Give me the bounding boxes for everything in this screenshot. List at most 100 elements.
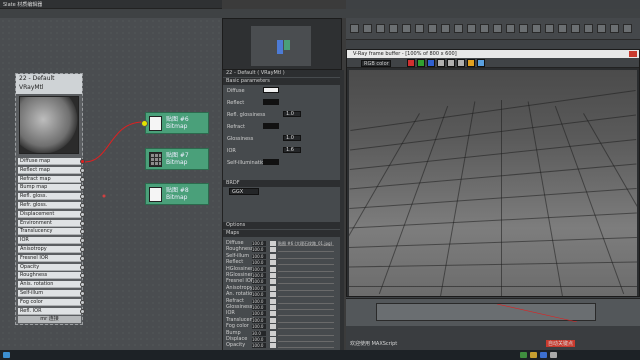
map-slot-button[interactable] xyxy=(278,286,334,291)
map-enable-checkbox[interactable] xyxy=(270,311,276,317)
material-slot[interactable]: Translucency xyxy=(18,228,85,236)
toolbar-tool-icon[interactable] xyxy=(532,24,541,33)
brdf-type-dropdown[interactable]: GGX xyxy=(229,188,259,195)
map-amount-field[interactable]: 100.0 xyxy=(252,279,266,285)
map-enable-checkbox[interactable] xyxy=(270,247,276,253)
material-slot[interactable]: Reflect map xyxy=(18,166,85,174)
toolbar-tool-icon[interactable] xyxy=(558,24,567,33)
input-socket[interactable] xyxy=(80,291,85,296)
input-socket[interactable] xyxy=(80,220,85,226)
map-amount-field[interactable]: 100.0 xyxy=(252,292,266,298)
map-enable-checkbox[interactable] xyxy=(270,273,276,278)
map-enable-checkbox[interactable] xyxy=(270,298,276,304)
map-enable-checkbox[interactable] xyxy=(270,330,276,336)
material-node-header[interactable]: 22 - Default VRayMtl xyxy=(16,74,82,94)
tray-icon[interactable] xyxy=(520,352,527,358)
map-enable-checkbox[interactable] xyxy=(270,260,276,266)
vfb-channel-button[interactable] xyxy=(477,59,485,67)
map-amount-field[interactable]: 100.0 xyxy=(252,311,266,317)
map-slot-button[interactable] xyxy=(278,343,334,349)
rollout-options[interactable]: Options xyxy=(223,222,341,229)
material-slot[interactable]: IOR xyxy=(18,237,85,245)
vfb-channel-select[interactable]: RGB color xyxy=(361,60,391,67)
toolbar-tool-icon[interactable] xyxy=(350,24,359,33)
toolbar-tool-icon[interactable] xyxy=(623,24,632,33)
input-socket[interactable] xyxy=(80,203,85,208)
map-amount-field[interactable]: 30.0 xyxy=(252,330,266,336)
input-socket[interactable] xyxy=(80,159,85,164)
map-slot-button[interactable] xyxy=(278,331,334,336)
toolbar-tool-icon[interactable] xyxy=(597,24,606,33)
toolbar-tool-icon[interactable] xyxy=(571,24,580,33)
map-slot-button[interactable] xyxy=(278,260,334,266)
input-socket[interactable] xyxy=(80,308,85,314)
navigator-view[interactable] xyxy=(251,26,311,66)
map-slot-button[interactable] xyxy=(278,311,334,317)
map-amount-field[interactable]: 100.0 xyxy=(252,253,266,259)
max-main-window[interactable]: V-Ray frame buffer - [100% of 800 x 600]… xyxy=(346,0,640,350)
toolbar-tool-icon[interactable] xyxy=(584,24,593,33)
toolbar-tool-icon[interactable] xyxy=(389,24,398,33)
toolbar-tool-icon[interactable] xyxy=(441,24,450,33)
map-enable-checkbox[interactable] xyxy=(270,253,276,259)
map-enable-checkbox[interactable] xyxy=(270,285,276,291)
map-enable-checkbox[interactable] xyxy=(270,343,276,349)
toolbar-tool-icon[interactable] xyxy=(467,24,476,33)
map-slot-button[interactable] xyxy=(278,318,334,323)
tray-icon[interactable] xyxy=(540,352,547,358)
input-socket[interactable] xyxy=(80,299,85,305)
toolbar-tool-icon[interactable] xyxy=(454,24,463,33)
map-enable-checkbox[interactable] xyxy=(270,292,276,298)
map-slot-button[interactable] xyxy=(278,279,334,285)
material-slot[interactable]: Displacement xyxy=(18,210,85,218)
input-socket[interactable] xyxy=(80,167,85,173)
rollout-maps[interactable]: Maps xyxy=(223,230,341,237)
map-amount-field[interactable]: 100.0 xyxy=(252,273,266,278)
input-socket[interactable] xyxy=(80,247,85,252)
auto-key-button[interactable]: 自动关键点 xyxy=(546,340,576,347)
parameter-editor[interactable]: 22 - Default ( VRayMtl ) Basic parameter… xyxy=(222,70,344,350)
map-slot-button[interactable] xyxy=(278,337,334,342)
material-slot[interactable]: Bump map xyxy=(18,184,85,192)
map-row[interactable]: Opacity 100.0 xyxy=(226,342,338,349)
bitmap-node[interactable]: 贴图 #6 Bitmap xyxy=(141,112,209,134)
toolbar-tool-icon[interactable] xyxy=(610,24,619,33)
material-slot[interactable]: Refract map xyxy=(18,175,85,183)
map-slot-button[interactable] xyxy=(278,254,334,259)
map-slot-button[interactable] xyxy=(278,299,334,304)
input-socket[interactable] xyxy=(80,176,85,182)
material-slot[interactable]: Anisotropy xyxy=(18,246,85,253)
map-enable-checkbox[interactable] xyxy=(270,279,276,285)
map-amount-field[interactable]: 100.0 xyxy=(252,266,266,272)
material-slot[interactable]: Self-illum xyxy=(18,290,85,297)
toolbar-tool-icon[interactable] xyxy=(493,24,502,33)
map-amount-field[interactable]: 100.0 xyxy=(252,305,266,310)
vfb-channel-button[interactable] xyxy=(447,59,455,67)
map-amount-field[interactable]: 100.0 xyxy=(252,337,266,342)
bitmap-node[interactable]: 贴图 #7 Bitmap xyxy=(145,148,209,170)
map-enable-checkbox[interactable] xyxy=(270,317,276,323)
material-slot[interactable]: Diffuse map xyxy=(18,158,85,165)
map-amount-field[interactable]: 100.0 xyxy=(252,343,266,349)
material-slot[interactable]: Opacity xyxy=(18,263,85,271)
close-icon[interactable] xyxy=(629,51,637,57)
vfb-channel-button[interactable] xyxy=(437,59,445,67)
map-enable-checkbox[interactable] xyxy=(270,241,276,246)
toolbar-tool-icon[interactable] xyxy=(363,24,372,33)
slate-editor[interactable]: Slate 材质编辑器 22 - Default VRayMtl Diffuse… xyxy=(0,0,222,350)
map-amount-field[interactable]: 100.0 xyxy=(252,298,266,304)
material-slot[interactable]: Anis. rotation xyxy=(18,281,85,289)
map-slot-button[interactable] xyxy=(278,267,334,272)
vray-frame-buffer[interactable]: V-Ray frame buffer - [100% of 800 x 600]… xyxy=(346,49,640,297)
map-enable-checkbox[interactable] xyxy=(270,266,276,272)
color-swatch[interactable] xyxy=(263,123,279,129)
material-slot[interactable]: Refl. IOR xyxy=(18,307,85,315)
map-enable-checkbox[interactable] xyxy=(270,305,276,310)
vfb-channel-button[interactable] xyxy=(427,59,435,67)
vfb-channel-button[interactable] xyxy=(407,59,415,67)
material-slot[interactable]: Fresnel IOR xyxy=(18,254,85,262)
vfb-channel-button[interactable] xyxy=(467,59,475,67)
material-slot[interactable]: Environment xyxy=(18,219,85,227)
param-value-field[interactable]: 1.6 xyxy=(283,147,301,153)
map-amount-field[interactable]: 100.0 xyxy=(252,241,266,246)
